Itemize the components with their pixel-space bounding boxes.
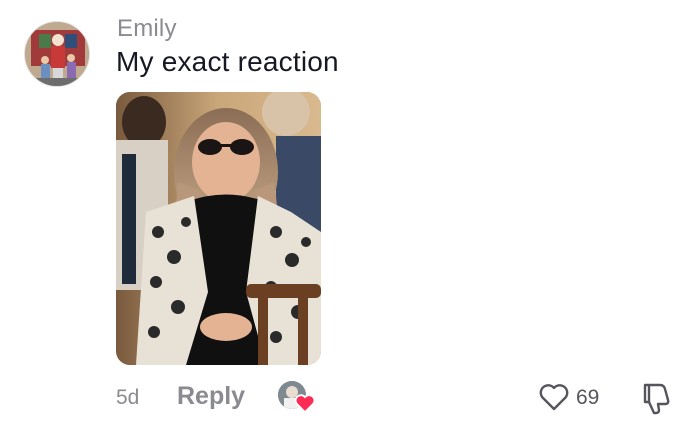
comment-actions: 5d Reply 69 bbox=[0, 378, 700, 418]
commenter-avatar[interactable] bbox=[24, 21, 90, 87]
comment-photo[interactable] bbox=[116, 92, 321, 365]
woman-sunglasses-photo bbox=[116, 92, 321, 365]
like-count: 69 bbox=[576, 386, 600, 409]
comment-time: 5d bbox=[116, 386, 140, 409]
commenter-username[interactable]: Emily bbox=[117, 15, 177, 43]
heart-outline-icon[interactable] bbox=[538, 382, 570, 412]
avatar-image bbox=[25, 22, 89, 86]
creator-liked-heart-icon bbox=[294, 394, 316, 413]
comment-text: My exact reaction bbox=[116, 46, 339, 77]
thumbs-down-icon[interactable] bbox=[638, 380, 674, 416]
creator-liked-indicator bbox=[278, 381, 318, 415]
reply-button[interactable]: Reply bbox=[177, 382, 245, 411]
